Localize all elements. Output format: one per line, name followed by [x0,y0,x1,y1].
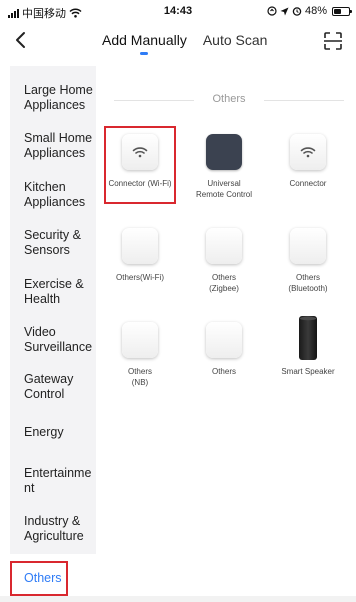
device-name: Universal [207,179,241,188]
sidebar-item-label: Energy [24,424,64,439]
device-others-nb[interactable]: Others (NB) [100,322,180,388]
device-subname: (Bluetooth) [288,284,328,293]
location-icon [280,7,289,15]
nav-bar: Add Manually Auto Scan [0,24,356,60]
device-name: Others [127,367,152,376]
device-name: Others [211,273,236,282]
device-tile [122,134,158,170]
chevron-left-icon [16,32,25,48]
wifi-icon [132,147,148,158]
device-name: Smart Speaker [281,367,335,376]
sidebar-item-security-sensors[interactable]: Security & Sensors [10,219,96,267]
sidebar-item-kitchen-appliances[interactable]: Kitchen Appliances [10,171,96,219]
tab-add-manually-label: Add Manually [102,32,187,48]
device-others[interactable]: Others [184,322,264,377]
sidebar-item-video-surveillance[interactable]: Video Surveillance [10,316,96,364]
sidebar-item-others[interactable]: Others [10,554,96,602]
tab-add-manually[interactable]: Add Manually [102,32,187,56]
device-name: Others [295,273,320,282]
wifi-icon [300,147,316,158]
sidebar-item-label: Exercise & Health [24,277,84,306]
battery-icon [332,6,352,16]
device-name: Connector [289,179,327,188]
sidebar-item-entertainment[interactable]: Entertainment [10,457,96,505]
sidebar-item-label: Industry & Agriculture [24,514,84,543]
sidebar-item-label: Security & Sensors [24,228,81,257]
scan-button[interactable] [322,30,344,52]
tab-bar: Add Manually Auto Scan [102,32,267,56]
sidebar-item-small-home-appliances[interactable]: Small Home Appliances [10,122,96,170]
device-name: Connector (Wi-Fi) [108,179,172,188]
device-others-zigbee[interactable]: Others (Zigbee) [184,228,264,294]
device-name: Others [211,367,236,376]
sidebar-item-exercise-health[interactable]: Exercise & Health [10,268,96,316]
speaker-icon [296,316,320,360]
back-button[interactable] [6,26,34,54]
device-smart-speaker[interactable]: Smart Speaker [268,316,348,377]
sidebar-item-label: Kitchen Appliances [24,180,86,209]
blank-tile-icon [206,322,242,358]
status-bar: 中国移动 14:43 48% [0,0,356,24]
device-panel: Others Connector (Wi-Fi) Universal Remot… [96,66,356,602]
sidebar-item-large-home-appliances[interactable]: Large Home Appliances [10,74,96,122]
scan-icon [324,32,342,50]
device-universal-remote-control[interactable]: Universal Remote Control [184,134,264,200]
device-others-bluetooth[interactable]: Others (Bluetooth) [268,228,348,294]
device-tile [290,134,326,170]
app-screen: 中国移动 14:43 48% Add Manually Auto Scan La… [0,0,356,602]
sidebar-item-label: Gateway Control [24,372,74,401]
section-header: Others [114,92,344,108]
sidebar-item-label: Entertainment [24,466,92,495]
device-subname: Remote Control [195,190,253,199]
battery-percent: 48% [304,5,327,17]
device-others-wifi[interactable]: Others(Wi-Fi) [100,228,180,283]
device-name: Others(Wi-Fi) [116,273,164,282]
blank-tile-icon [206,228,242,264]
category-sidebar: Large Home Appliances Small Home Applian… [10,66,96,602]
blank-tile-icon [122,228,158,264]
device-subname: (Zigbee) [209,284,239,293]
bottom-strip [0,596,356,602]
screen-lock-icon [267,6,277,16]
sidebar-item-gateway-control[interactable]: Gateway Control [10,363,96,411]
remote-icon [206,134,242,170]
active-tab-indicator [140,52,149,55]
sidebar-item-energy[interactable]: Energy [10,408,96,456]
blank-tile-icon [290,228,326,264]
device-connector[interactable]: Connector [268,134,348,189]
sidebar-item-label: Small Home Appliances [24,131,93,160]
sidebar-item-industry-agriculture[interactable]: Industry & Agriculture [10,505,96,553]
sidebar-item-label: Video Surveillance [24,325,93,354]
section-title: Others [212,93,246,105]
blank-tile-icon [122,322,158,358]
tab-auto-scan[interactable]: Auto Scan [203,32,268,56]
device-subname: (NB) [131,378,149,387]
tab-auto-scan-label: Auto Scan [202,32,268,48]
sidebar-item-label: Others [24,570,62,585]
alarm-icon [292,7,302,16]
device-connector-wifi[interactable]: Connector (Wi-Fi) [100,134,180,189]
sidebar-item-label: Large Home Appliances [24,83,93,112]
